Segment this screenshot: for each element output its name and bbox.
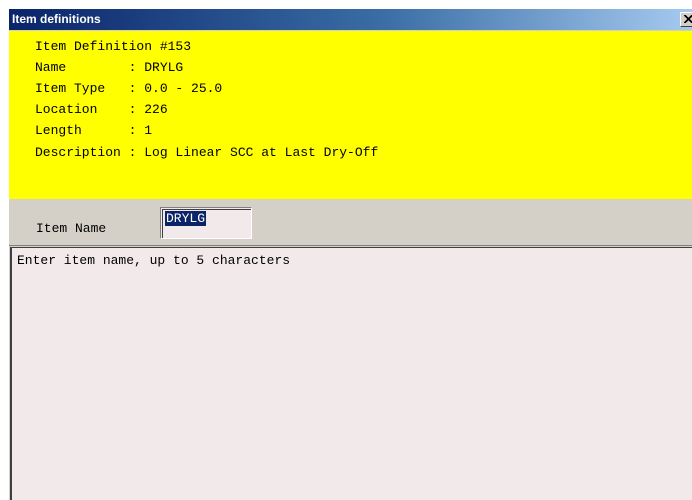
item-location-line: Location : 226 [35, 102, 168, 117]
item-name-value[interactable]: DRYLG [165, 211, 207, 226]
item-name-input-bevel: DRYLG [162, 209, 251, 238]
help-message: Enter item name, up to 5 characters [17, 253, 291, 268]
item-name-line: Name : DRYLG [35, 60, 184, 75]
window-title: Item definitions [12, 12, 101, 26]
item-name-label: Item Name [36, 221, 107, 236]
help-text-area: Enter item name, up to 5 characters [10, 247, 692, 500]
item-definitions-window: Item definitions Item Definition #153 Na… [9, 9, 692, 500]
item-definition-number: Item Definition #153 [35, 39, 192, 54]
item-name-input[interactable]: DRYLG [160, 207, 252, 239]
title-bar[interactable]: Item definitions [9, 9, 692, 30]
close-button[interactable] [680, 12, 692, 27]
item-length-line: Length : 1 [35, 123, 153, 138]
item-name-form: Item Name DRYLG [9, 199, 692, 246]
close-icon [684, 15, 692, 23]
item-info-panel: Item Definition #153 Name : DRYLG Item T… [9, 31, 692, 199]
item-description-line: Description : Log Linear SCC at Last Dry… [35, 145, 379, 160]
item-type-line: Item Type : 0.0 - 25.0 [35, 81, 223, 96]
